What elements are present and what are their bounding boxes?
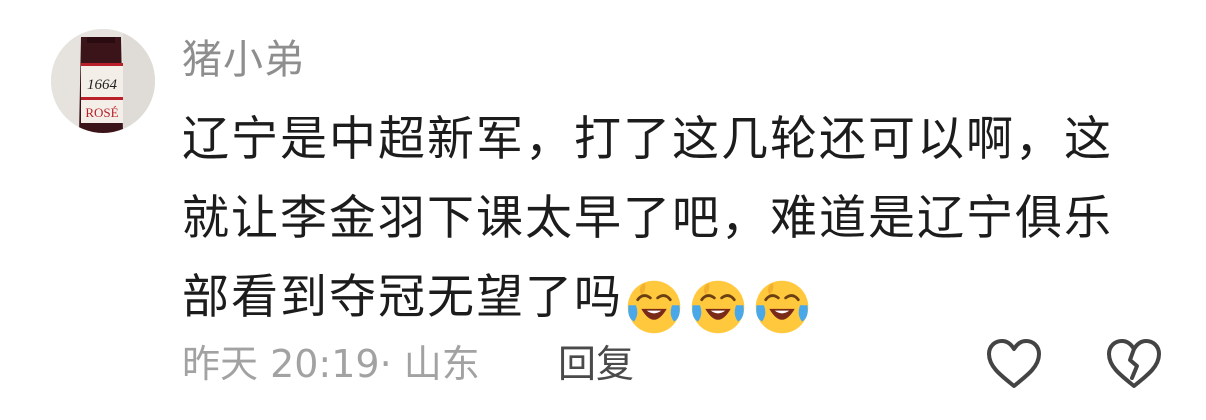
avatar-logo-text: 1664 (87, 77, 118, 93)
avatar-logo-subtext: ROSÉ (85, 105, 118, 120)
comment-line: 辽宁是中超新军，打了这几轮还可以啊，这 (182, 112, 1113, 167)
comment-line: 就让李金羽下课太早了吧，难道是辽宁俱乐 (182, 191, 1113, 246)
comment-line-text: 部看到夺冠无望了吗 (182, 270, 623, 325)
broken-heart-outline-icon (1107, 339, 1161, 388)
laugh-cry-emoji (755, 280, 809, 333)
comment-line-last: 部看到夺冠无望了吗 (182, 258, 1142, 343)
like-button[interactable] (985, 338, 1043, 390)
dislike-button[interactable] (1105, 338, 1163, 390)
wine-bottle-avatar: 1664 ROSÉ (51, 29, 155, 133)
comment-text: 辽宁是中超新军，打了这几轮还可以啊，这 就让李金羽下课太早了吧，难道是辽宁俱乐 … (182, 100, 1142, 343)
username[interactable]: 猪小弟 (182, 36, 305, 84)
reply-button[interactable]: 回复 (558, 340, 634, 388)
emoji-group (625, 264, 817, 343)
laugh-cry-emoji (691, 280, 745, 333)
heart-outline-icon (987, 339, 1041, 388)
laugh-cry-emoji (627, 280, 681, 333)
comment-meta: 昨天 20:19· 山东 (182, 342, 480, 386)
comment-item: 1664 ROSÉ 猪小弟 辽宁是中超新军，打了这几轮还可以啊，这 就让李金羽下… (0, 0, 1206, 420)
avatar[interactable]: 1664 ROSÉ (51, 29, 155, 133)
